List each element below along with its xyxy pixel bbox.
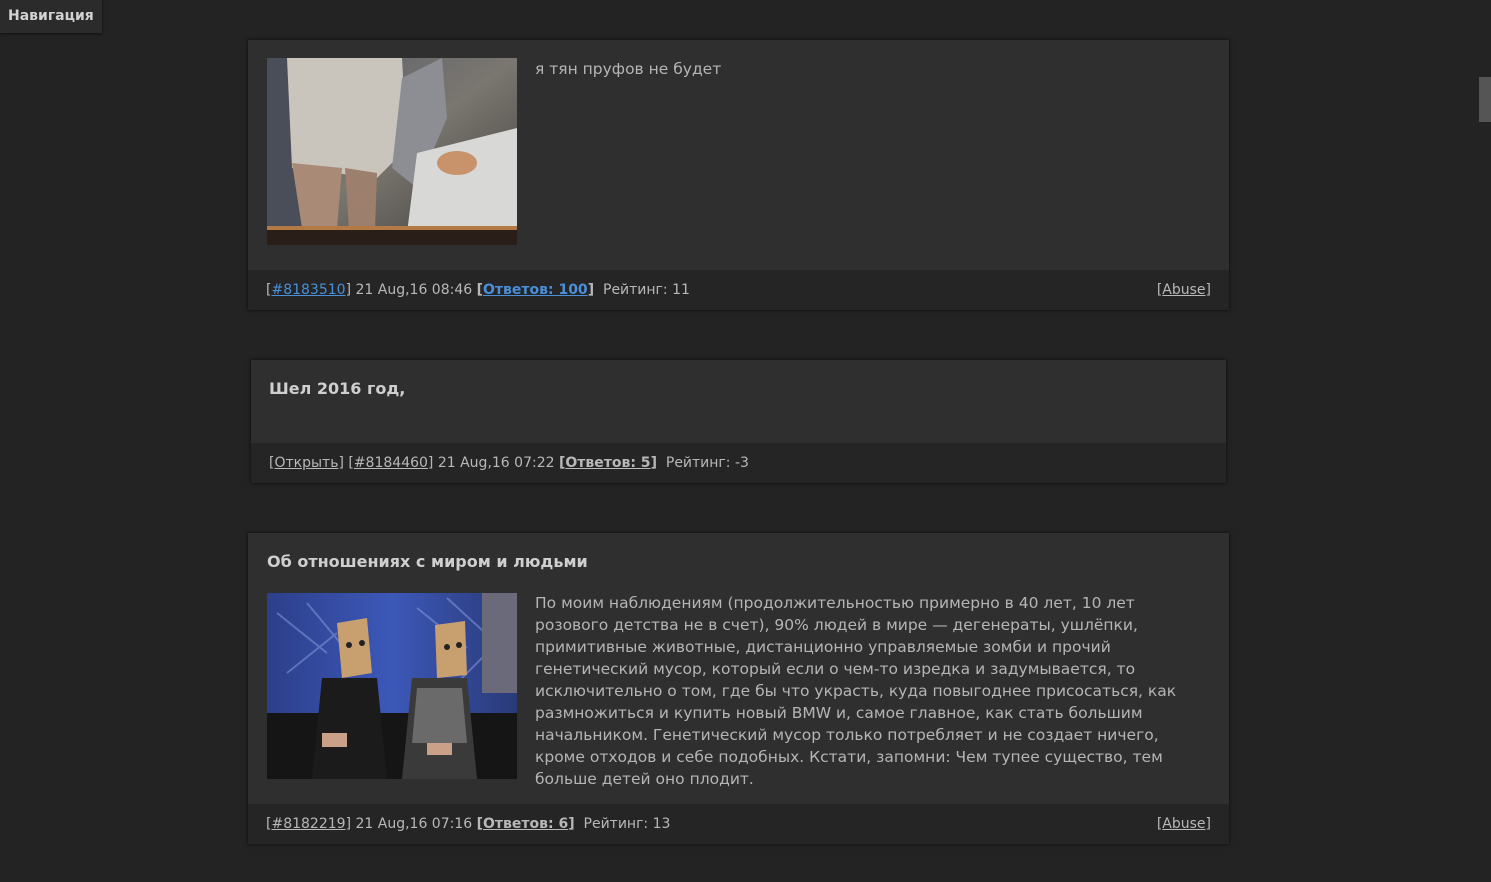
- post-title: Шел 2016 год,: [269, 379, 406, 398]
- post-footer: [Открыть] [#8184460] 21 Aug,16 07:22 [От…: [251, 443, 1226, 483]
- replies-link[interactable]: Ответов: 6: [483, 816, 568, 832]
- post-rating: Рейтинг: 11: [603, 282, 690, 298]
- post-date: 21 Aug,16 07:16: [355, 816, 473, 832]
- abuse-wrapper: [Abuse]: [1156, 282, 1211, 298]
- post-id-link[interactable]: #8184460: [354, 455, 428, 471]
- open-post-link[interactable]: Открыть: [274, 455, 338, 471]
- post-image-thumbnail[interactable]: [267, 593, 517, 779]
- post-card: Шел 2016 год, [Открыть] [#8184460] 21 Au…: [251, 360, 1226, 483]
- post-meta: [#8182219] 21 Aug,16 07:16 [Ответов: 6] …: [266, 816, 671, 832]
- scrollbar-thumb[interactable]: [1479, 77, 1491, 122]
- post-date: 21 Aug,16 08:46: [355, 282, 473, 298]
- replies-link[interactable]: Ответов: 100: [483, 282, 588, 298]
- post-meta: [#8183510] 21 Aug,16 08:46 [Ответов: 100…: [266, 282, 690, 298]
- post-image-thumbnail[interactable]: [267, 58, 517, 245]
- post-card: я тян пруфов не будет [#8183510] 21 Aug,…: [248, 40, 1229, 310]
- navigation-button[interactable]: Навигация: [0, 0, 102, 33]
- post-meta: [Открыть] [#8184460] 21 Aug,16 07:22 [От…: [269, 455, 749, 471]
- post-card: Об отношениях с миром и людьми По моим н…: [248, 533, 1229, 844]
- post-text: По моим наблюдениям (продолжительностью …: [535, 594, 1177, 788]
- photo-thumbnail-image: [267, 593, 517, 779]
- photo-thumbnail-image: [267, 58, 517, 245]
- post-id-link[interactable]: #8182219: [271, 816, 345, 832]
- post-title: Об отношениях с миром и людьми: [267, 552, 588, 571]
- post-rating: Рейтинг: 13: [583, 816, 671, 832]
- replies-link[interactable]: Ответов: 5: [565, 455, 650, 471]
- post-id-link[interactable]: #8183510: [271, 282, 345, 298]
- abuse-link[interactable]: Abuse: [1162, 816, 1205, 832]
- post-footer: [#8182219] 21 Aug,16 07:16 [Ответов: 6] …: [248, 804, 1229, 844]
- post-footer: [#8183510] 21 Aug,16 08:46 [Ответов: 100…: [248, 270, 1229, 310]
- abuse-link[interactable]: Abuse: [1162, 282, 1205, 298]
- abuse-wrapper: [Abuse]: [1156, 816, 1211, 832]
- post-text: я тян пруфов не будет: [535, 60, 722, 78]
- post-rating: Рейтинг: -3: [665, 455, 749, 471]
- post-date: 21 Aug,16 07:22: [437, 455, 555, 471]
